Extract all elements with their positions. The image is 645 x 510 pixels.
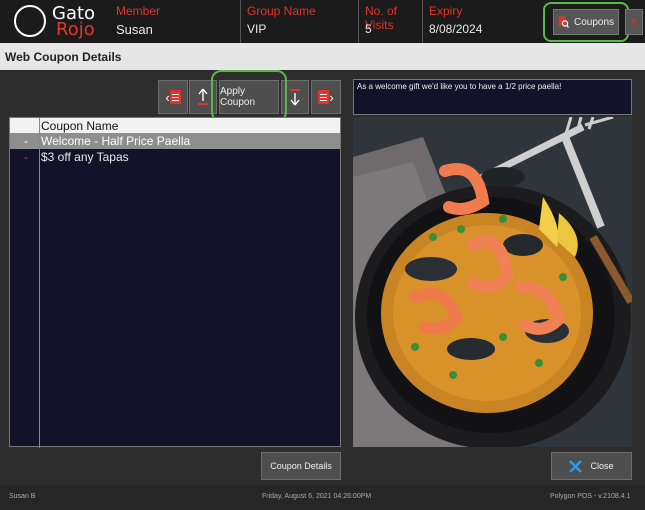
coupon-name: Welcome - Half Price Paella xyxy=(41,134,191,148)
arrow-up-icon xyxy=(198,88,208,105)
top-bar: Gato Rojo Member Susan Group Name VIP No… xyxy=(0,0,645,43)
coupons-button[interactable]: Coupons xyxy=(553,9,619,35)
close-button[interactable]: Close xyxy=(551,452,632,480)
group-value: VIP xyxy=(247,22,267,36)
member-label: Member xyxy=(116,4,161,18)
close-button-label: Close xyxy=(590,461,614,471)
visits-field: No. of Visits 5 xyxy=(358,0,422,43)
expiry-label: Expiry xyxy=(429,4,463,18)
row-marker: - xyxy=(24,134,28,148)
member-field: Member Susan xyxy=(110,0,240,43)
coupon-image xyxy=(353,117,632,447)
chevron-right-icon: › xyxy=(329,89,334,105)
paella-illustration xyxy=(353,117,632,447)
next-coupon-button[interactable]: › xyxy=(311,80,341,114)
document-icon xyxy=(318,90,330,104)
close-x-icon xyxy=(569,459,583,473)
coupon-details-button[interactable]: Coupon Details xyxy=(261,452,341,480)
grid-divider xyxy=(39,118,40,448)
coupons-button-label: Coupons xyxy=(573,16,615,28)
table-row[interactable]: - $3 off any Tapas xyxy=(10,149,340,165)
window-title: Web Coupon Details xyxy=(5,50,122,64)
footer-user: Susan B xyxy=(9,493,36,500)
group-label: Group Name xyxy=(247,4,316,18)
expiry-field: Expiry 8/08/2024 xyxy=(422,0,482,43)
coupon-description: As a welcome gift we'd like you to have … xyxy=(357,82,562,91)
group-field: Group Name VIP xyxy=(240,0,358,43)
row-marker: - xyxy=(24,150,28,164)
logo-emblem-icon xyxy=(14,5,46,37)
coupon-description-box: As a welcome gift we'd like you to have … xyxy=(353,79,632,115)
member-value: Susan xyxy=(116,22,153,37)
logo: Gato Rojo xyxy=(12,2,112,42)
apply-coupon-highlight xyxy=(211,70,287,122)
logo-text-line2: Rojo xyxy=(56,19,95,40)
exit-button[interactable]: X xyxy=(625,9,643,35)
document-icon xyxy=(169,90,181,104)
expiry-value: 8/08/2024 xyxy=(429,22,483,36)
window-title-bar: Web Coupon Details xyxy=(0,43,645,70)
visits-value: 5 xyxy=(365,22,372,36)
coupon-name: $3 off any Tapas xyxy=(41,150,129,164)
table-row[interactable]: - Welcome - Half Price Paella xyxy=(10,133,340,149)
previous-coupon-button[interactable]: ‹ xyxy=(158,80,188,114)
footer-version: Polygon POS - v.2108.4.1 xyxy=(550,493,631,500)
column-header-coupon-name: Coupon Name xyxy=(41,119,119,133)
visits-label: No. of Visits xyxy=(365,4,398,32)
coupon-search-icon xyxy=(558,16,569,28)
coupon-grid[interactable]: Coupon Name - Welcome - Half Price Paell… xyxy=(9,117,341,448)
status-bar: Susan B Friday, August 6, 2021 04:26:00P… xyxy=(0,485,645,510)
footer-datetime: Friday, August 6, 2021 04:26:00PM xyxy=(262,493,372,500)
arrow-down-icon xyxy=(290,89,300,106)
grid-header: Coupon Name xyxy=(10,118,340,133)
